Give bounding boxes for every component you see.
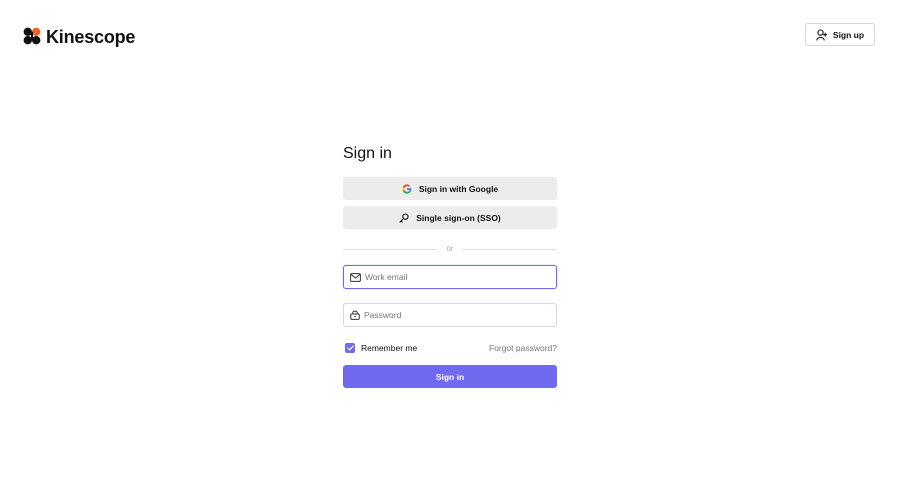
sign-in-page: Kinescope Sign up Sign in Sign in with G… [0,0,900,484]
lock-icon [350,310,360,320]
mail-icon [350,272,361,282]
google-sign-in-button[interactable]: Sign in with Google [343,177,557,200]
kinescope-logo[interactable]: Kinescope [23,24,135,48]
user-plus-icon [816,28,827,41]
sign-up-button[interactable]: Sign up [805,23,875,46]
sign-in-button[interactable]: Sign in [343,365,557,388]
sign-in-button-label: Sign in [435,371,465,382]
sign-up-label: Sign up [832,29,865,40]
remember-me-checkbox[interactable] [345,343,355,353]
options-row: Remember me Forgot password? [343,341,557,355]
sso-sign-in-label: Single sign-on (SSO) [416,212,501,223]
divider-line-left [343,248,439,250]
remember-me-option[interactable]: Remember me [343,343,417,353]
brand-name: Kinescope [46,27,136,47]
google-sign-in-label: Sign in with Google [418,183,499,194]
remember-me-label: Remember me [361,343,418,353]
page-title: Sign in [343,145,392,162]
google-icon [402,183,412,194]
checkmark-icon [346,345,354,351]
kinescope-logo-icon [23,27,41,45]
sso-sign-in-button[interactable]: Single sign-on (SSO) [343,206,557,229]
password-input[interactable] [364,310,544,320]
or-divider: or [343,244,557,254]
key-icon [399,212,409,223]
email-field[interactable] [343,265,557,289]
sign-in-form: Sign in Sign in with Google Single sign-… [343,144,557,388]
forgot-password-link[interactable]: Forgot password? [489,343,557,353]
divider-line-right [461,248,557,250]
email-input[interactable] [365,272,545,282]
divider-text: or [446,244,454,253]
password-field[interactable] [343,303,557,327]
